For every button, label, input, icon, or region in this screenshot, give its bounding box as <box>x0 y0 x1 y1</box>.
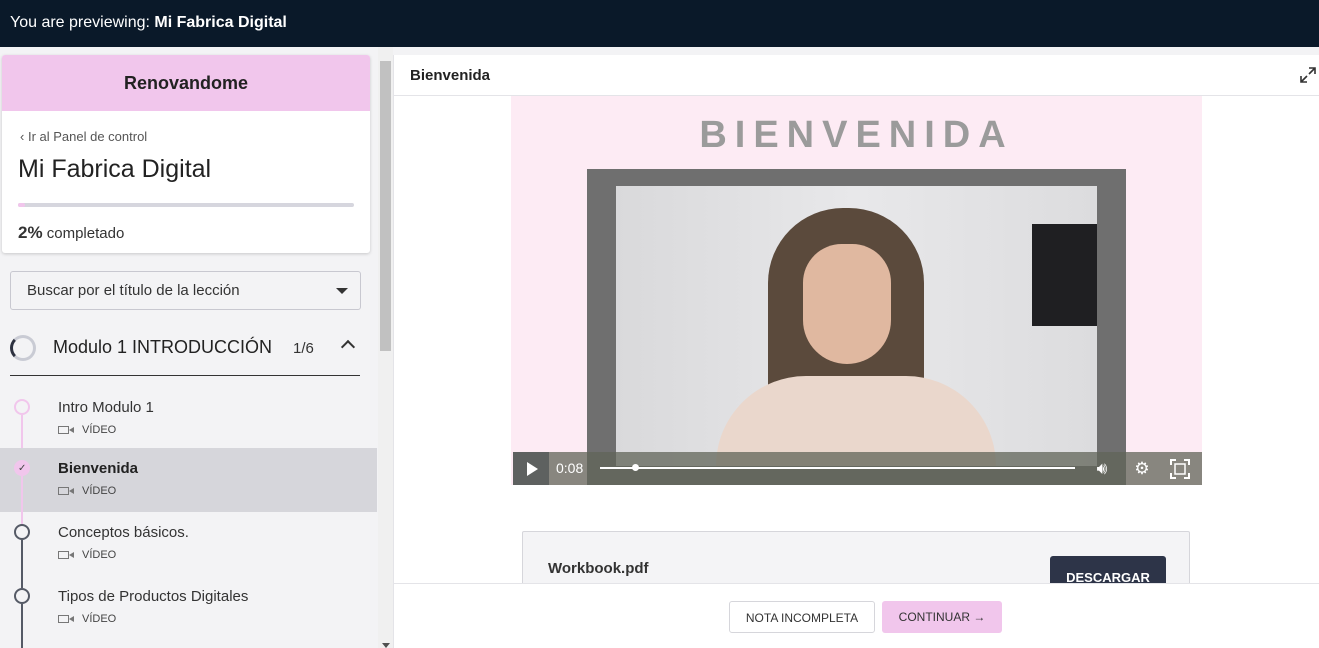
progress-label: completado <box>46 225 125 242</box>
video-scrubber[interactable] <box>600 467 1075 469</box>
module-lesson-count: 1/6 <box>293 340 314 357</box>
video-scrubber-handle[interactable] <box>632 464 639 471</box>
lesson-type: VÍDEO <box>82 549 117 561</box>
video-camera-icon <box>58 426 74 434</box>
scroll-down-arrow-icon[interactable] <box>382 643 390 648</box>
lesson-type: VÍDEO <box>82 613 117 625</box>
video-player[interactable]: BIENVENIDA 0:08 🔊︎ ⚙ <box>511 96 1202 485</box>
mark-incomplete-button[interactable]: NOTA INCOMPLETA <box>729 601 875 633</box>
preview-prefix: You are previewing: <box>10 14 155 31</box>
caret-down-icon <box>336 288 348 294</box>
lesson-item-intro-modulo-1[interactable]: Intro Modulo 1 VÍDEO <box>0 387 377 463</box>
module-header[interactable]: Modulo 1 INTRODUCCIÓN 1/6 <box>10 329 360 376</box>
gear-icon[interactable]: ⚙ <box>1132 459 1152 479</box>
video-camera-icon <box>58 615 74 623</box>
lesson-title: Bienvenida <box>58 460 139 477</box>
lesson-title: Tipos de Productos Digitales <box>58 588 249 605</box>
presenter-face <box>803 244 891 364</box>
preview-banner: You are previewing: Mi Fabrica Digital <box>0 0 1319 47</box>
module-progress-ring-icon <box>10 335 36 361</box>
lesson-search-select[interactable]: Buscar por el título de la lección <box>10 271 361 310</box>
lesson-item-conceptos-basicos[interactable]: Conceptos básicos. VÍDEO <box>0 512 377 588</box>
volume-icon[interactable]: 🔊︎ <box>1092 459 1112 479</box>
video-camera-icon <box>58 487 74 495</box>
preview-school-name: Mi Fabrica Digital <box>154 14 287 31</box>
video-camera-icon <box>58 551 74 559</box>
sidebar-scrollbar[interactable] <box>378 47 393 648</box>
course-sidebar: Renovandome ‹ Ir al Panel de control Mi … <box>0 47 393 648</box>
chevron-left-icon: ‹ <box>20 129 28 144</box>
lesson-heading: Bienvenida <box>410 67 491 84</box>
course-title: Mi Fabrica Digital <box>18 155 212 183</box>
lesson-status-icon <box>14 588 30 604</box>
lesson-search-placeholder: Buscar por el título de la lección <box>27 282 240 299</box>
lesson-content: Bienvenida BIENVENIDA 0:08 🔊︎ ⚙ Workbook… <box>393 55 1319 648</box>
back-to-dashboard-link[interactable]: ‹ Ir al Panel de control <box>20 129 147 144</box>
expand-icon[interactable] <box>1298 65 1318 85</box>
lesson-header: Bienvenida <box>394 55 1319 96</box>
lesson-connector <box>21 604 23 648</box>
lesson-footer: NOTA INCOMPLETA CONTINUAR → <box>394 583 1319 648</box>
video-thumbnail <box>616 186 1097 466</box>
play-button[interactable] <box>513 452 549 485</box>
lesson-title: Intro Modulo 1 <box>58 399 154 416</box>
lesson-item-tipos-de-productos[interactable]: Tipos de Productos Digitales VÍDEO <box>0 576 377 648</box>
checkmark-icon: ✓ <box>18 463 27 474</box>
course-card: Renovandome ‹ Ir al Panel de control Mi … <box>2 55 370 253</box>
video-time: 0:08 <box>556 460 584 476</box>
back-link-label: Ir al Panel de control <box>27 129 148 144</box>
course-progress-bar <box>18 203 354 207</box>
video-controls: 0:08 🔊︎ ⚙ <box>513 452 1202 485</box>
lesson-type: VÍDEO <box>82 485 117 497</box>
lesson-status-icon <box>14 524 30 540</box>
school-name: Renovandome <box>2 55 370 111</box>
fullscreen-icon[interactable] <box>1170 459 1190 479</box>
course-progress-fill <box>18 203 25 207</box>
chevron-up-icon[interactable] <box>340 339 356 355</box>
attachment-name: Workbook.pdf <box>548 560 649 577</box>
wall-tv <box>1032 224 1097 326</box>
video-frame <box>587 169 1126 485</box>
module-title: Modulo 1 INTRODUCCIÓN <box>53 337 273 357</box>
attachment-card: Workbook.pdf DESCARGAR <box>522 531 1190 591</box>
lesson-title: Conceptos básicos. <box>58 524 189 541</box>
lesson-type: VÍDEO <box>82 424 117 436</box>
lesson-item-bienvenida[interactable]: ✓ Bienvenida VÍDEO <box>0 448 377 524</box>
lesson-status-icon <box>14 399 30 415</box>
progress-percent: 2% <box>18 223 43 242</box>
sidebar-scrollbar-thumb[interactable] <box>380 61 391 351</box>
continue-button[interactable]: CONTINUAR → <box>882 601 1002 633</box>
progress-summary: 2% completado <box>18 223 124 243</box>
video-banner-title: BIENVENIDA <box>699 114 1014 156</box>
